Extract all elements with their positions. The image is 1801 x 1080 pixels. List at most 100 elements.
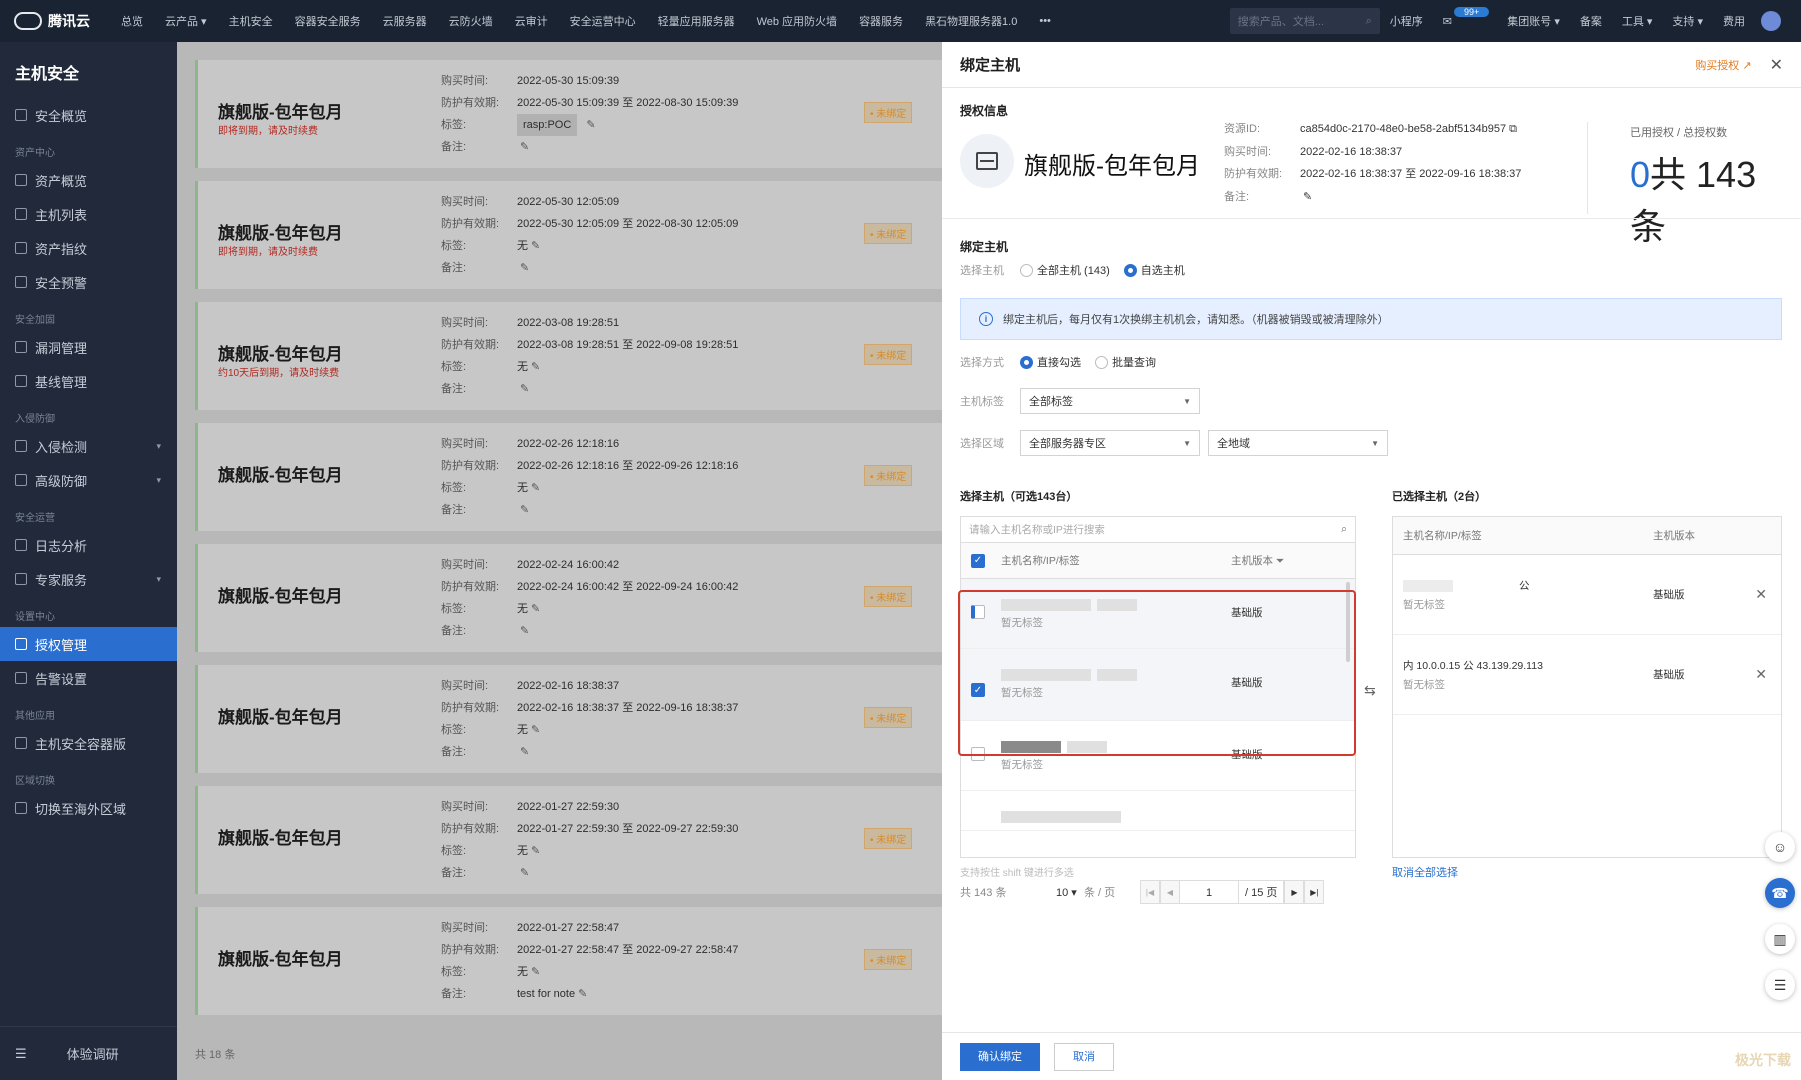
sidebar-item[interactable]: 主机列表 xyxy=(0,197,177,231)
host-search-input[interactable]: 请输入主机名称或IP进行搜索 ⌕ xyxy=(961,517,1355,543)
headset-support-icon[interactable]: ☎ xyxy=(1765,878,1795,908)
sidebar-item[interactable]: 日志分析 xyxy=(0,528,177,562)
remove-icon[interactable]: ✕ xyxy=(1755,666,1767,683)
top-nav-item[interactable]: 云防火墙 xyxy=(438,13,504,29)
cancel-button[interactable]: 取消 xyxy=(1054,1042,1114,1071)
edit-pencil-icon[interactable]: ✎ xyxy=(528,240,540,252)
edit-pencil-icon[interactable]: ✎ xyxy=(528,966,540,978)
edit-pencil-icon[interactable]: ✎ xyxy=(517,504,529,516)
sidebar-item[interactable]: 基线管理 xyxy=(0,364,177,398)
top-right-item[interactable]: 小程序 xyxy=(1380,13,1433,29)
sidebar-item[interactable]: 专家服务 ▾ xyxy=(0,562,177,596)
first-page-button[interactable]: |◀ xyxy=(1140,880,1160,904)
page-input[interactable]: 1 xyxy=(1180,880,1238,904)
edit-pencil-icon[interactable]: ✎ xyxy=(517,867,529,879)
filter-icon[interactable]: ⏷ xyxy=(1276,555,1284,567)
sidebar-item[interactable]: 高级防御 ▾ xyxy=(0,463,177,497)
select-method-radio[interactable]: 直接勾选 xyxy=(1020,354,1081,370)
top-right-item[interactable]: 支持 ▾ xyxy=(1662,13,1713,29)
edit-pencil-icon[interactable]: ✎ xyxy=(528,482,540,494)
edit-pencil-icon[interactable]: ✎ xyxy=(517,262,529,274)
zone-select[interactable]: 全部服务器专区 ▼ xyxy=(1020,430,1200,456)
search-icon[interactable]: ⌕ xyxy=(1366,15,1372,28)
buy-license-link[interactable]: 购买授权 ↗ xyxy=(1695,57,1751,73)
top-nav-item[interactable]: 总览 xyxy=(110,13,154,29)
avatar[interactable] xyxy=(1761,11,1781,31)
top-right-item[interactable]: 工具 ▾ xyxy=(1612,13,1663,29)
cancel-all-link[interactable]: 取消全部选择 xyxy=(1392,864,1458,880)
global-search-input[interactable]: 搜索产品、文档... ⌕ xyxy=(1229,8,1380,34)
edit-pencil-icon[interactable]: ✎ xyxy=(528,361,540,373)
top-nav-item[interactable]: 黑石物理服务器1.0 xyxy=(914,13,1028,29)
remove-icon[interactable]: ✕ xyxy=(1755,586,1767,603)
radio-button[interactable] xyxy=(1020,355,1033,369)
host-checkbox[interactable] xyxy=(971,605,985,619)
top-right-item[interactable]: 费用 xyxy=(1713,13,1755,29)
close-icon[interactable]: ✕ xyxy=(1770,55,1783,75)
next-page-button[interactable]: ▶ xyxy=(1284,880,1305,904)
host-row[interactable]: 暂无标签 基础版 xyxy=(961,579,1355,649)
host-row[interactable] xyxy=(961,791,1355,831)
sidebar-item[interactable]: 安全概览 xyxy=(0,98,177,132)
sidebar-item[interactable]: 安全预警 xyxy=(0,265,177,299)
sidebar-item[interactable]: 主机安全容器版 xyxy=(0,726,177,760)
edit-pencil-icon[interactable]: ✎ xyxy=(583,119,595,131)
top-nav-item[interactable]: 安全运营中心 xyxy=(559,13,647,29)
host-row[interactable]: 暂无标签 基础版 xyxy=(961,721,1355,791)
top-right-item[interactable]: 集团账号 ▾ xyxy=(1497,13,1570,29)
host-scope-radio[interactable]: 全部主机 (143) xyxy=(1020,262,1110,278)
copy-icon[interactable]: ⧉ xyxy=(1506,123,1517,135)
edit-pencil-icon[interactable]: ✎ xyxy=(528,603,540,615)
select-all-checkbox[interactable]: ✓ xyxy=(971,553,985,568)
top-nav-item[interactable]: 轻量应用服务器 xyxy=(647,13,746,29)
host-tag-select[interactable]: 全部标签 ▼ xyxy=(1020,388,1200,414)
edit-pencil-icon[interactable]: ✎ xyxy=(1300,191,1312,203)
top-nav-item[interactable]: 容器服务 xyxy=(848,13,914,29)
last-page-button[interactable]: ▶| xyxy=(1304,880,1325,904)
docs-book-icon[interactable]: ▥ xyxy=(1765,924,1795,954)
col-host-version[interactable]: 主机版本 ⏷ xyxy=(1231,553,1284,568)
collapse-menu-icon[interactable]: ☰ xyxy=(15,1046,27,1062)
host-scope-radio[interactable]: 自选主机 xyxy=(1123,262,1185,278)
sidebar-item[interactable]: 入侵检测 ▾ xyxy=(0,429,177,463)
sidebar-item[interactable]: 切换至海外区域 xyxy=(0,791,177,825)
total-pages: / 15 页 xyxy=(1238,880,1285,904)
region-select[interactable]: 全地域 ▼ xyxy=(1208,430,1388,456)
top-nav-item[interactable]: 云服务器 xyxy=(372,13,438,29)
top-nav-item[interactable]: 容器安全服务 xyxy=(284,13,372,29)
edit-pencil-icon[interactable]: ✎ xyxy=(528,845,540,857)
tencent-cloud-logo[interactable]: 腾讯云 xyxy=(0,11,110,31)
edit-pencil-icon[interactable]: ✎ xyxy=(517,746,529,758)
smile-feedback-icon[interactable]: ☺ xyxy=(1765,832,1795,862)
top-nav-item[interactable]: 云产品 ▾ xyxy=(154,13,218,29)
prev-page-button[interactable]: ◀ xyxy=(1160,880,1180,904)
survey-link[interactable]: 体验调研 xyxy=(67,1044,119,1063)
top-nav-item[interactable]: ••• xyxy=(1028,15,1062,27)
radio-button[interactable] xyxy=(1020,263,1033,277)
edit-pencil-icon[interactable]: ✎ xyxy=(528,724,540,736)
edit-pencil-icon[interactable]: ✎ xyxy=(517,141,529,153)
sidebar-item[interactable]: 资产概览 xyxy=(0,163,177,197)
search-icon[interactable]: ⌕ xyxy=(1341,523,1347,536)
top-nav-item[interactable]: Web 应用防火墙 xyxy=(746,13,848,29)
select-method-radio[interactable]: 批量查询 xyxy=(1095,354,1156,370)
edit-pencil-icon[interactable]: ✎ xyxy=(517,625,529,637)
radio-button[interactable] xyxy=(1123,263,1137,277)
sidebar-item[interactable]: 告警设置 xyxy=(0,661,177,695)
edit-pencil-icon[interactable]: ✎ xyxy=(517,383,529,395)
confirm-bind-button[interactable]: 确认绑定 xyxy=(960,1042,1040,1071)
page-size-select[interactable]: 10 ▾ xyxy=(1056,886,1078,899)
sidebar-item[interactable]: 资产指纹 xyxy=(0,231,177,265)
sidebar-item[interactable]: 授权管理 xyxy=(0,627,177,661)
host-checkbox[interactable]: ✓ xyxy=(971,683,985,697)
radio-button[interactable] xyxy=(1095,355,1108,369)
top-right-item[interactable]: 备案 xyxy=(1570,13,1612,29)
scrollbar[interactable] xyxy=(1346,582,1350,662)
host-checkbox[interactable] xyxy=(971,747,985,761)
host-row[interactable]: ✓ 暂无标签 基础版 xyxy=(961,649,1355,721)
top-nav-item[interactable]: 主机安全 xyxy=(218,13,284,29)
top-nav-item[interactable]: 云审计 xyxy=(504,13,559,29)
list-menu-icon[interactable]: ☰ xyxy=(1765,970,1795,1000)
edit-pencil-icon[interactable]: ✎ xyxy=(575,988,587,1000)
sidebar-item[interactable]: 漏洞管理 xyxy=(0,330,177,364)
